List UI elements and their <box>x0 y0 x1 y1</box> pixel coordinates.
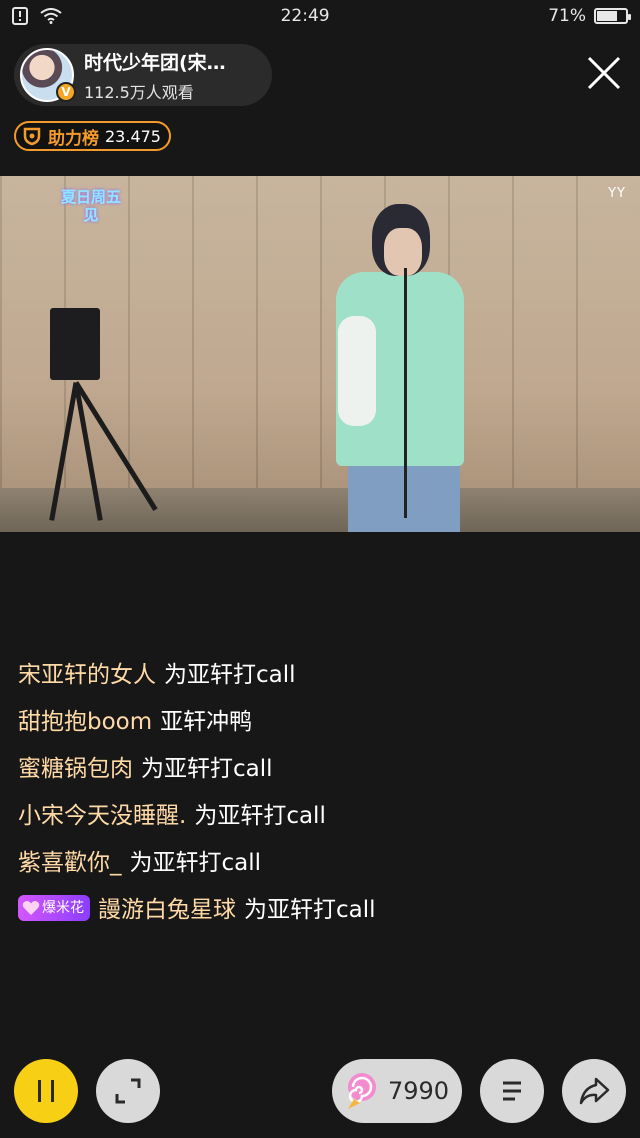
chat-list: 宋亚轩的女人 为亚轩打call 甜抱抱boom 亚轩冲鸭 蜜糖锅包肉 为亚轩打call… <box>18 652 438 931</box>
rank-value: 23.475 <box>105 126 161 146</box>
status-time: 22:49 <box>280 6 330 26</box>
popcorn-badge: 爆米花 <box>18 894 90 921</box>
share-button[interactable] <box>562 1059 626 1123</box>
chat-text: 为亚轩打call <box>194 803 326 829</box>
avatar[interactable]: V <box>20 48 76 102</box>
lollipop-icon <box>348 1073 376 1109</box>
chat-username[interactable]: 蜜糖锅包肉 <box>18 756 133 782</box>
chat-username[interactable]: 小宋今天没睡醒. <box>18 803 186 829</box>
show-logo: 夏日周五见 <box>60 188 121 224</box>
speaker-icon <box>50 308 100 380</box>
singer-arm <box>338 316 376 426</box>
support-rank-badge[interactable]: 助力榜 23.475 <box>14 121 171 151</box>
chat-message: 甜抱抱boom 亚轩冲鸭 <box>18 699 438 746</box>
yy-watermark: YY <box>608 186 626 201</box>
live-video[interactable]: 夏日周五见 YY <box>0 176 640 532</box>
chat-text: 为亚轩打call <box>164 662 296 688</box>
battery-percent: 71% <box>548 6 586 26</box>
chat-text: 为亚轩打call <box>141 756 273 782</box>
chat-message: 小宋今天没睡醒. 为亚轩打call <box>18 793 438 840</box>
menu-button[interactable] <box>480 1059 544 1123</box>
bottom-controls: 7990 <box>0 1059 640 1125</box>
heart-icon <box>22 900 40 915</box>
chat-username[interactable]: 宋亚轩的女人 <box>18 662 156 688</box>
shield-icon <box>23 127 41 146</box>
chat-username[interactable]: 紫喜歡你_ <box>18 850 122 876</box>
wifi-icon <box>40 8 62 24</box>
battery-level <box>596 11 617 21</box>
chat-username[interactable]: 謾游白兔星球 <box>98 897 236 923</box>
chat-message: 爆米花 謾游白兔星球 为亚轩打call <box>18 889 438 931</box>
fullscreen-icon <box>115 1078 141 1104</box>
chat-message: 蜜糖锅包肉 为亚轩打call <box>18 746 438 793</box>
close-button[interactable] <box>586 55 622 91</box>
notification-icon <box>12 7 28 25</box>
pause-icon <box>38 1080 54 1102</box>
chat-text: 为亚轩打call <box>244 897 376 923</box>
status-bar: 22:49 71% <box>0 0 640 32</box>
chat-text: 亚轩冲鸭 <box>160 709 253 735</box>
battery-icon <box>593 8 631 24</box>
gift-button[interactable]: 7990 <box>332 1059 462 1123</box>
streamer-info[interactable]: V 时代少年团(宋… 112.5万人观看 <box>14 44 272 106</box>
popcorn-badge-label: 爆米花 <box>42 899 84 916</box>
chat-text: 为亚轩打call <box>129 850 262 876</box>
chat-message: 紫喜歡你_ 为亚轩打call <box>18 840 438 887</box>
gift-count: 7990 <box>388 1077 450 1105</box>
menu-icon <box>503 1081 521 1101</box>
fullscreen-button[interactable] <box>96 1059 160 1123</box>
singer-face <box>384 228 422 276</box>
share-icon <box>579 1077 610 1105</box>
close-icon <box>587 56 621 90</box>
verified-badge: V <box>56 82 76 102</box>
viewer-count: 112.5万人观看 <box>84 82 194 102</box>
chat-username[interactable]: 甜抱抱boom <box>18 709 152 735</box>
streamer-name: 时代少年团(宋… <box>84 51 226 74</box>
mic-cable <box>404 268 407 518</box>
chat-message: 宋亚轩的女人 为亚轩打call <box>18 652 438 699</box>
rank-label: 助力榜 <box>48 128 99 149</box>
pause-button[interactable] <box>14 1059 78 1123</box>
